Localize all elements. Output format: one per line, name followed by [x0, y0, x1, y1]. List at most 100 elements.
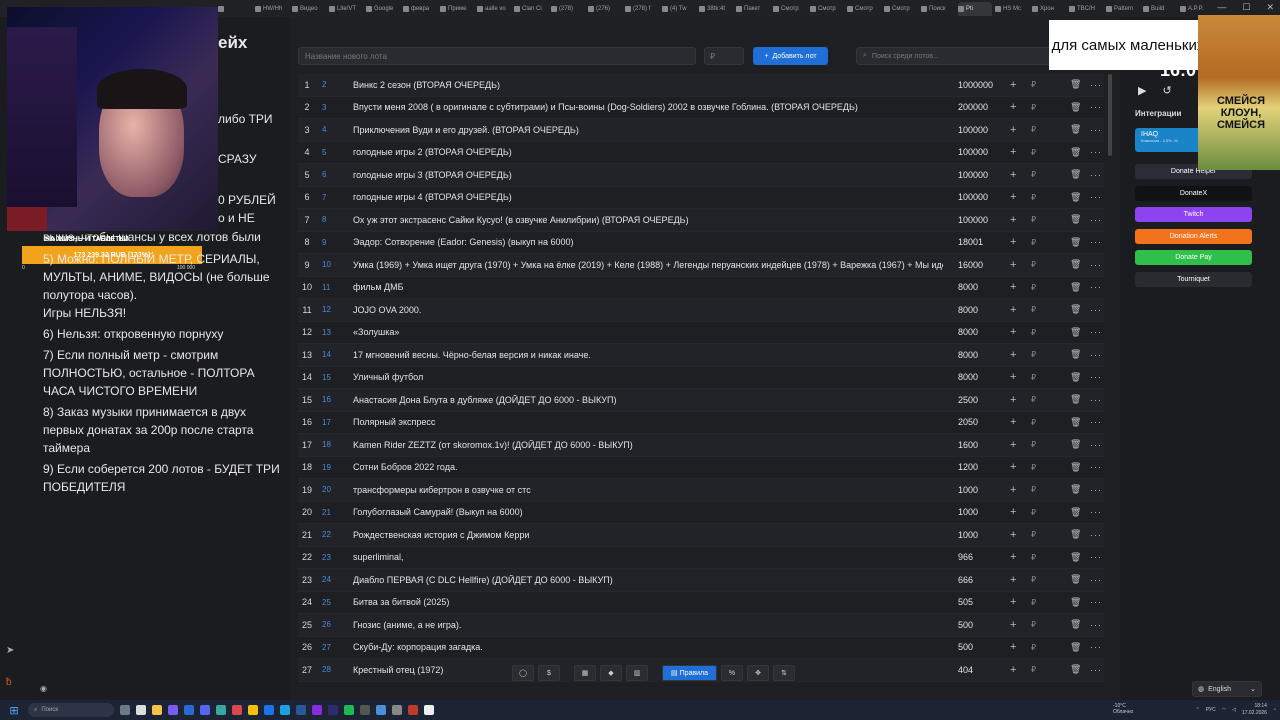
more-icon[interactable]: ··· — [1090, 350, 1102, 360]
lot-row[interactable]: 1 2 Винкс 2 сезон (ВТОРАЯ ОЧЕРЕДЬ) 1000000 +… — [298, 74, 1104, 97]
lot-row[interactable]: 13 14 17 мгновений весны. Чёрно-белая верс… — [298, 344, 1104, 367]
more-icon[interactable]: ··· — [1090, 665, 1102, 675]
move-icon[interactable]: ✥ — [747, 665, 769, 681]
ruble-icon[interactable]: ₽ — [1031, 305, 1036, 314]
wifi-icon[interactable]: ◠ — [1222, 707, 1226, 713]
percent-icon[interactable]: % — [721, 665, 743, 681]
more-icon[interactable]: ··· — [1090, 642, 1102, 652]
lot-row[interactable]: 20 21 Голубоглазый Самурай! (Выкуп на 6000… — [298, 502, 1104, 524]
integration-service-button[interactable]: Twitch — [1135, 207, 1252, 222]
lot-name[interactable]: Уличный футбол — [353, 372, 943, 382]
lot-amount[interactable]: 100000 — [958, 125, 1008, 135]
new-lot-price-input[interactable]: ₽ — [704, 47, 744, 65]
browser-tab[interactable]: HW/Hh — [255, 2, 289, 16]
ruble-icon[interactable]: ₽ — [1031, 373, 1036, 382]
ruble-icon[interactable]: ₽ — [1031, 193, 1036, 202]
trash-icon[interactable]: 🗑 — [1070, 642, 1081, 653]
app-icon[interactable] — [216, 705, 226, 715]
obs-icon[interactable] — [408, 705, 418, 715]
reset-icon[interactable]: ↺ — [1162, 84, 1171, 97]
more-icon[interactable]: ··· — [1090, 620, 1102, 630]
calendar-icon[interactable]: ▦ — [574, 665, 596, 681]
browser-tab[interactable]: A.P.P. — [1180, 2, 1214, 16]
clock-date[interactable]: 17.02.2026 — [1242, 710, 1267, 717]
trash-icon[interactable]: 🗑 — [1070, 462, 1081, 473]
ruble-icon[interactable]: ₽ — [1031, 350, 1036, 359]
chrome-icon[interactable] — [248, 705, 258, 715]
browser-tab[interactable]: (4) Tw — [662, 2, 696, 16]
lot-amount[interactable]: 1200 — [958, 462, 1008, 472]
lot-amount[interactable]: 404 — [958, 665, 1008, 675]
plus-icon[interactable]: + — [1010, 394, 1016, 406]
plus-icon[interactable]: + — [1010, 304, 1016, 316]
lot-amount[interactable]: 100000 — [958, 147, 1008, 157]
trash-icon[interactable]: 🗑 — [1070, 79, 1081, 90]
lot-row[interactable]: 23 24 Диабло ПЕРВАЯ (С DLC Hellfire) (ДОЙД… — [298, 569, 1104, 592]
more-icon[interactable]: ··· — [1090, 485, 1102, 495]
trash-icon[interactable]: 🗑 — [1070, 259, 1081, 270]
lot-amount[interactable]: 966 — [958, 552, 1008, 562]
lot-row[interactable]: 2 3 Впусти меня 2008 ( в оригинале с субти… — [298, 97, 1104, 119]
plus-icon[interactable]: + — [1010, 416, 1016, 428]
trash-icon[interactable]: 🗑 — [1070, 282, 1081, 293]
ruble-icon[interactable]: ₽ — [1031, 508, 1036, 517]
plus-icon[interactable]: + — [1010, 326, 1016, 338]
browser-tab[interactable]: (278) — [551, 2, 585, 16]
lot-name[interactable]: фильм ДМБ — [353, 282, 943, 292]
app-icon[interactable] — [264, 705, 274, 715]
more-icon[interactable]: ··· — [1090, 462, 1102, 472]
trash-icon[interactable]: 🗑 — [1070, 304, 1081, 315]
lot-name[interactable]: Битва за битвой (2025) — [353, 597, 943, 607]
lot-amount[interactable]: 16000 — [958, 260, 1008, 270]
browser-tab[interactable]: (276) — [588, 2, 622, 16]
browser-tab[interactable]: февра — [403, 2, 437, 16]
app-icon[interactable] — [232, 705, 242, 715]
app-icon[interactable] — [312, 705, 322, 715]
maximize-icon[interactable]: ☐ — [1242, 2, 1250, 13]
plus-icon[interactable]: + — [1010, 506, 1016, 518]
sort-icon[interactable]: ⇅ — [773, 665, 795, 681]
lot-amount[interactable]: 500 — [958, 642, 1008, 652]
lot-row[interactable]: 24 25 Битва за битвой (2025) 505 + ₽ 🗑 ··· — [298, 592, 1104, 614]
plus-icon[interactable]: + — [1010, 596, 1016, 608]
lot-amount[interactable]: 8000 — [958, 327, 1008, 337]
bell-icon[interactable]: ◔ — [1273, 707, 1276, 713]
more-icon[interactable]: ··· — [1090, 372, 1102, 382]
more-icon[interactable]: ··· — [1090, 215, 1102, 225]
ruble-icon[interactable]: ₽ — [1031, 80, 1036, 89]
trash-icon[interactable]: 🗑 — [1070, 192, 1081, 203]
lot-name[interactable]: трансформеры кибертрон в озвучке от стс — [353, 485, 943, 495]
app-icon[interactable] — [376, 705, 386, 715]
trash-icon[interactable]: 🗑 — [1070, 484, 1081, 495]
plus-icon[interactable]: + — [1010, 281, 1016, 293]
lot-row[interactable]: 7 8 Ох уж этот экстрасенс Сайки Кусуо! (в … — [298, 209, 1104, 232]
lot-row[interactable]: 18 19 Сотни Бобров 2022 года. 1200 + ₽ 🗑 ··· — [298, 457, 1104, 479]
more-icon[interactable]: ··· — [1090, 552, 1102, 562]
trash-icon[interactable]: 🗑 — [1070, 349, 1081, 360]
lot-amount[interactable]: 8000 — [958, 350, 1008, 360]
ruble-icon[interactable]: ₽ — [1031, 125, 1036, 134]
browser-tab[interactable]: Пакет — [736, 2, 770, 16]
lot-row[interactable]: 3 4 Приключения Вуди и его друзей. (ВТОРАЯ… — [298, 119, 1104, 142]
plus-icon[interactable]: + — [1010, 461, 1016, 473]
app-icon[interactable] — [392, 705, 402, 715]
widgets-icon[interactable] — [120, 705, 130, 715]
lot-name[interactable]: Приключения Вуди и его друзей. (ВТОРАЯ О… — [353, 125, 943, 135]
browser-tab[interactable]: aalle vo — [477, 2, 511, 16]
lot-row[interactable]: 5 6 голодные игры 3 (ВТОРАЯ ОЧЕРЕДЬ) 100000… — [298, 164, 1104, 187]
plus-icon[interactable]: + — [1010, 371, 1016, 383]
lot-row[interactable]: 4 5 голодные игры 2 (ВТОРАЯ ОЧЕРЕДЬ) 100000… — [298, 142, 1104, 164]
lot-row[interactable]: 17 18 Kamen Rider ZEZTZ (от skoromox.1v)! … — [298, 434, 1104, 457]
lot-name[interactable]: Гнозис (аниме, а не игра). — [353, 620, 943, 630]
more-icon[interactable]: ··· — [1090, 327, 1102, 337]
trash-icon[interactable]: 🗑 — [1070, 372, 1081, 383]
integration-service-button[interactable]: DonateX — [1135, 185, 1252, 201]
more-icon[interactable]: ··· — [1090, 395, 1102, 405]
browser-tab[interactable]: Смотр — [773, 2, 807, 16]
rules-button[interactable]: ▤ Правила — [662, 665, 717, 681]
browser-tab[interactable]: Google — [366, 2, 400, 16]
folder-icon[interactable] — [152, 705, 162, 715]
lot-name[interactable]: Умка (1969) + Умка ищет друга (1970) + У… — [353, 260, 943, 270]
new-lot-input[interactable]: Название нового лота — [298, 47, 696, 65]
lot-name[interactable]: 17 мгновений весны. Чёрно-белая версия и… — [353, 350, 943, 360]
